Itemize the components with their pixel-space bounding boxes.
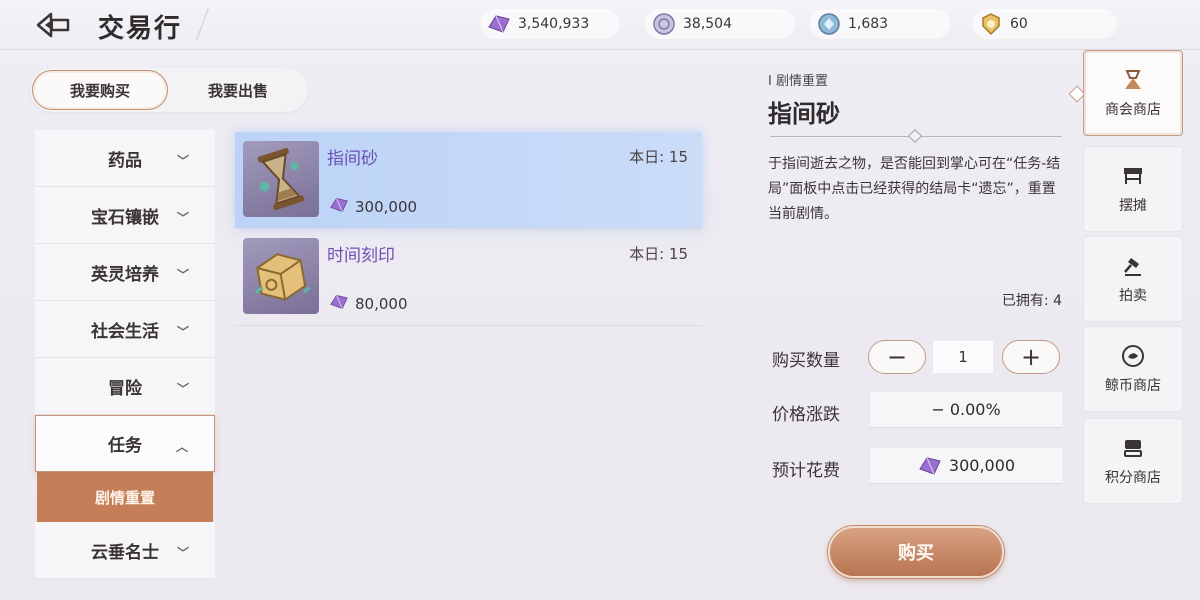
- page-title: 交易行: [98, 14, 183, 44]
- category-label: 任务: [108, 436, 142, 456]
- chevron-down-icon: ﹀: [176, 546, 189, 560]
- price-change-label: 价格涨跌: [772, 405, 840, 425]
- nav-label: 商会商店: [1105, 102, 1161, 118]
- shop-side-nav: 商会商店 摆摊 拍卖 鲸币商店 积分商店: [1082, 50, 1200, 600]
- chevron-down-icon: ﹀: [176, 325, 189, 339]
- nav-points-shop[interactable]: 积分商店: [1083, 418, 1183, 504]
- buy-tab[interactable]: 我要购买: [32, 70, 168, 110]
- currency-purple-gem[interactable]: 3,540,933: [480, 9, 620, 39]
- buy-button[interactable]: 购买: [828, 526, 1004, 578]
- category-adventure[interactable]: 冒险 ﹀: [35, 358, 215, 415]
- estimated-cost-box: 300,000: [870, 448, 1062, 484]
- category-label: 英灵培养: [91, 264, 159, 285]
- owned-count: 已拥有: 4: [1001, 293, 1062, 309]
- category-label: 冒险: [108, 378, 142, 399]
- subcategory-story-reset[interactable]: 剧情重置: [37, 472, 213, 522]
- chevron-down-icon: ﹀: [176, 211, 189, 225]
- stall-icon: [1120, 163, 1146, 189]
- item-name: 时间刻印: [327, 246, 395, 266]
- item-name: 指间砂: [327, 149, 378, 169]
- decrease-quantity-button[interactable]: −: [868, 340, 926, 374]
- category-famous-people[interactable]: 云垂名士 ﹀: [35, 522, 215, 579]
- chevron-up-icon: ︿: [175, 440, 188, 454]
- guild-shop-icon: [1120, 67, 1146, 93]
- purple-gem-icon: [917, 455, 943, 477]
- category-hero-training[interactable]: 英灵培养 ﹀: [35, 244, 215, 301]
- currency-value: 3,540,933: [518, 16, 590, 32]
- category-social-life[interactable]: 社会生活 ﹀: [35, 301, 215, 358]
- currency-blue-crystal[interactable]: 1,683: [810, 9, 950, 39]
- back-arrow-icon: [36, 12, 70, 38]
- item-row-time-seal[interactable]: 时间刻印 本日: 15 80,000: [235, 229, 702, 326]
- title-divider: [179, 8, 209, 40]
- quantity-input[interactable]: [932, 340, 994, 374]
- item-price-value: 80,000: [355, 295, 408, 313]
- category-gem-inlay[interactable]: 宝石镶嵌 ﹀: [35, 187, 215, 244]
- blue-crystal-icon: [816, 11, 842, 37]
- top-bar: 交易行 3,540,933 38,504 1,683 60: [0, 0, 1200, 50]
- detail-category-tag: I 剧情重置: [768, 74, 828, 89]
- chevron-down-icon: ﹀: [176, 268, 189, 282]
- currency-silver-coin[interactable]: 38,504: [645, 9, 795, 39]
- nav-label: 摆摊: [1119, 198, 1147, 214]
- category-quest[interactable]: 任务 ︿: [35, 415, 215, 472]
- gavel-icon: [1120, 253, 1146, 279]
- category-label: 云垂名士: [91, 542, 159, 563]
- estimated-cost-value: 300,000: [948, 456, 1016, 475]
- category-medicine[interactable]: 药品 ﹀: [35, 130, 215, 187]
- nav-whale-coin-shop[interactable]: 鲸币商店: [1083, 326, 1183, 412]
- currency-value: 1,683: [848, 16, 889, 32]
- purple-gem-icon: [329, 293, 349, 315]
- seal-box-icon: [243, 238, 319, 314]
- silver-coin-icon: [651, 11, 677, 37]
- sell-tab[interactable]: 我要出售: [170, 70, 306, 110]
- gold-medal-icon: [978, 11, 1004, 37]
- category-label: 药品: [108, 150, 142, 171]
- purple-gem-icon: [486, 11, 512, 37]
- item-row-sand[interactable]: 指间砂 本日: 15 300,000: [235, 132, 702, 229]
- nav-label: 拍卖: [1119, 288, 1147, 304]
- price-change-value: − 0.00%: [870, 392, 1062, 428]
- nav-auction[interactable]: 拍卖: [1083, 236, 1183, 322]
- currency-gold-medal[interactable]: 60: [972, 9, 1117, 39]
- nav-stall[interactable]: 摆摊: [1083, 146, 1183, 232]
- item-price: 300,000: [329, 196, 417, 218]
- points-shop-icon: [1120, 435, 1146, 461]
- divider-diamond-icon: [907, 128, 923, 144]
- nav-guild-shop[interactable]: 商会商店: [1083, 50, 1183, 136]
- item-daily-limit: 本日: 15: [629, 148, 688, 166]
- estimated-cost-label: 预计花费: [772, 461, 840, 481]
- nav-label: 鲸币商店: [1105, 378, 1161, 394]
- purple-gem-icon: [329, 196, 349, 218]
- chevron-down-icon: ﹀: [176, 154, 189, 168]
- category-label: 社会生活: [91, 321, 159, 342]
- quantity-label: 购买数量: [772, 351, 840, 371]
- category-list: 药品 ﹀ 宝石镶嵌 ﹀ 英灵培养 ﹀ 社会生活 ﹀ 冒险 ﹀ 任务 ︿ 剧情重置…: [35, 130, 215, 579]
- item-price-value: 300,000: [355, 198, 418, 216]
- item-price: 80,000: [329, 293, 408, 315]
- detail-description: 于指间逝去之物，是否能回到掌心可在“任务-结局”面板中点击已经获得的结局卡“遗忘…: [768, 156, 1061, 222]
- buy-sell-toggle: 我要购买 我要出售: [30, 68, 308, 112]
- nav-label: 积分商店: [1105, 470, 1161, 486]
- item-list: 指间砂 本日: 15 300,000 时间刻印 本日: 15 80,000: [235, 132, 702, 326]
- currency-value: 60: [1010, 16, 1028, 32]
- category-label: 宝石镶嵌: [91, 207, 159, 228]
- item-daily-limit: 本日: 15: [629, 245, 688, 263]
- currency-value: 38,504: [683, 16, 732, 32]
- chevron-down-icon: ﹀: [176, 382, 189, 396]
- back-button[interactable]: [34, 10, 72, 40]
- hourglass-icon: [243, 141, 319, 217]
- detail-title: 指间砂: [768, 100, 840, 128]
- increase-quantity-button[interactable]: +: [1002, 340, 1060, 374]
- whale-coin-icon: [1120, 343, 1146, 369]
